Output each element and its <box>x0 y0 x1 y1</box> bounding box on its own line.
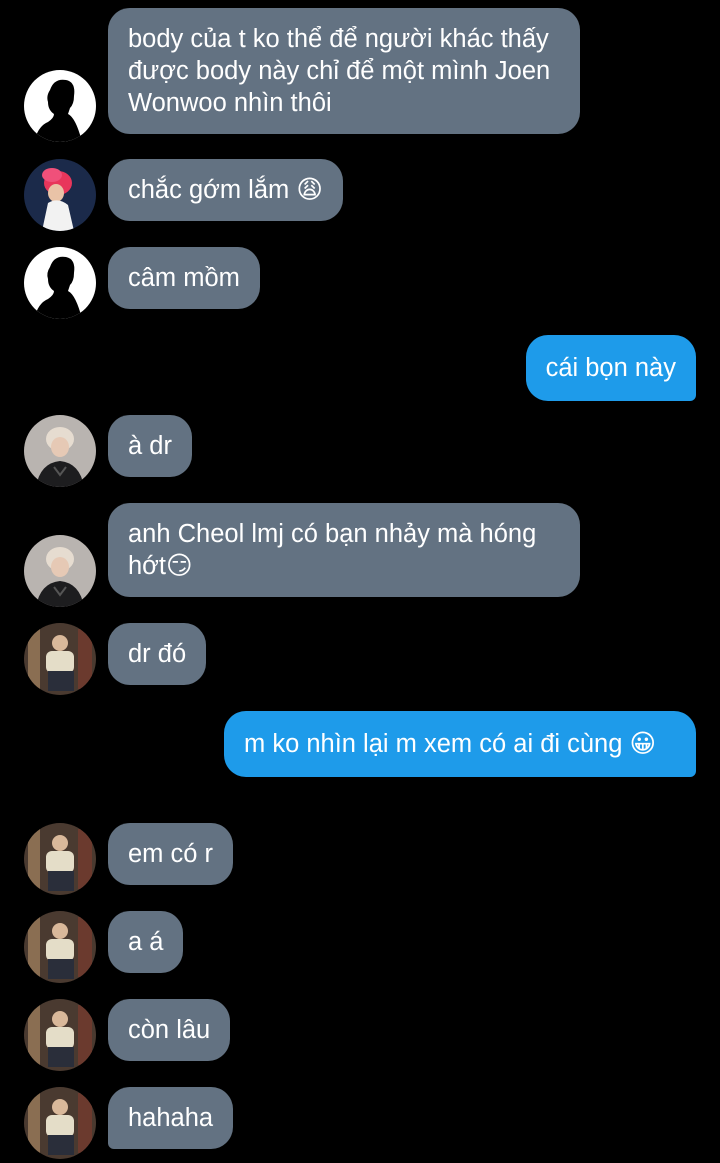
avatar-seated-man[interactable] <box>24 1087 96 1159</box>
silhouette-avatar-icon <box>24 70 96 142</box>
message-bubble: chắc gớm lắm 😩 <box>108 159 343 221</box>
avatar-silhouette[interactable] <box>24 70 96 142</box>
blond-boy-avatar-icon <box>24 535 96 607</box>
message-bubble: dr đó <box>108 623 207 685</box>
avatar-seated-man[interactable] <box>24 911 96 983</box>
blond-boy-avatar-icon <box>24 415 96 487</box>
avatar-blond-boy[interactable] <box>24 535 96 607</box>
seated-man-avatar-icon <box>24 999 96 1071</box>
message-bubble: à dr <box>108 415 192 477</box>
avatar-seated-man[interactable] <box>24 823 96 895</box>
seated-man-avatar-icon <box>24 911 96 983</box>
seated-man-avatar-icon <box>24 1087 96 1159</box>
message-bubble: body của t ko thể để người khác thấy đượ… <box>108 8 580 134</box>
avatar-silhouette[interactable] <box>24 247 96 319</box>
message-bubble: anh Cheol lmj có bạn nhảy mà hóng hớt😏 <box>108 503 580 597</box>
message-bubble: cái bọn này <box>525 335 696 401</box>
avatar-pink-hair[interactable] <box>24 159 96 231</box>
silhouette-avatar-icon <box>24 247 96 319</box>
seated-man-avatar-icon <box>24 623 96 695</box>
avatar-seated-man[interactable] <box>24 999 96 1071</box>
message-bubble: m ko nhìn lại m xem có ai đi cùng 😀 <box>224 711 696 777</box>
message-bubble: em có r <box>108 823 234 885</box>
message-bubble: hahaha <box>108 1087 234 1149</box>
seated-man-avatar-icon <box>24 823 96 895</box>
message-bubble: câm mồm <box>108 247 260 309</box>
message-bubble: còn lâu <box>108 999 231 1061</box>
pink-hair-avatar-icon <box>24 159 96 231</box>
message-bubble: a á <box>108 911 184 973</box>
avatar-blond-boy[interactable] <box>24 415 96 487</box>
avatar-seated-man[interactable] <box>24 623 96 695</box>
